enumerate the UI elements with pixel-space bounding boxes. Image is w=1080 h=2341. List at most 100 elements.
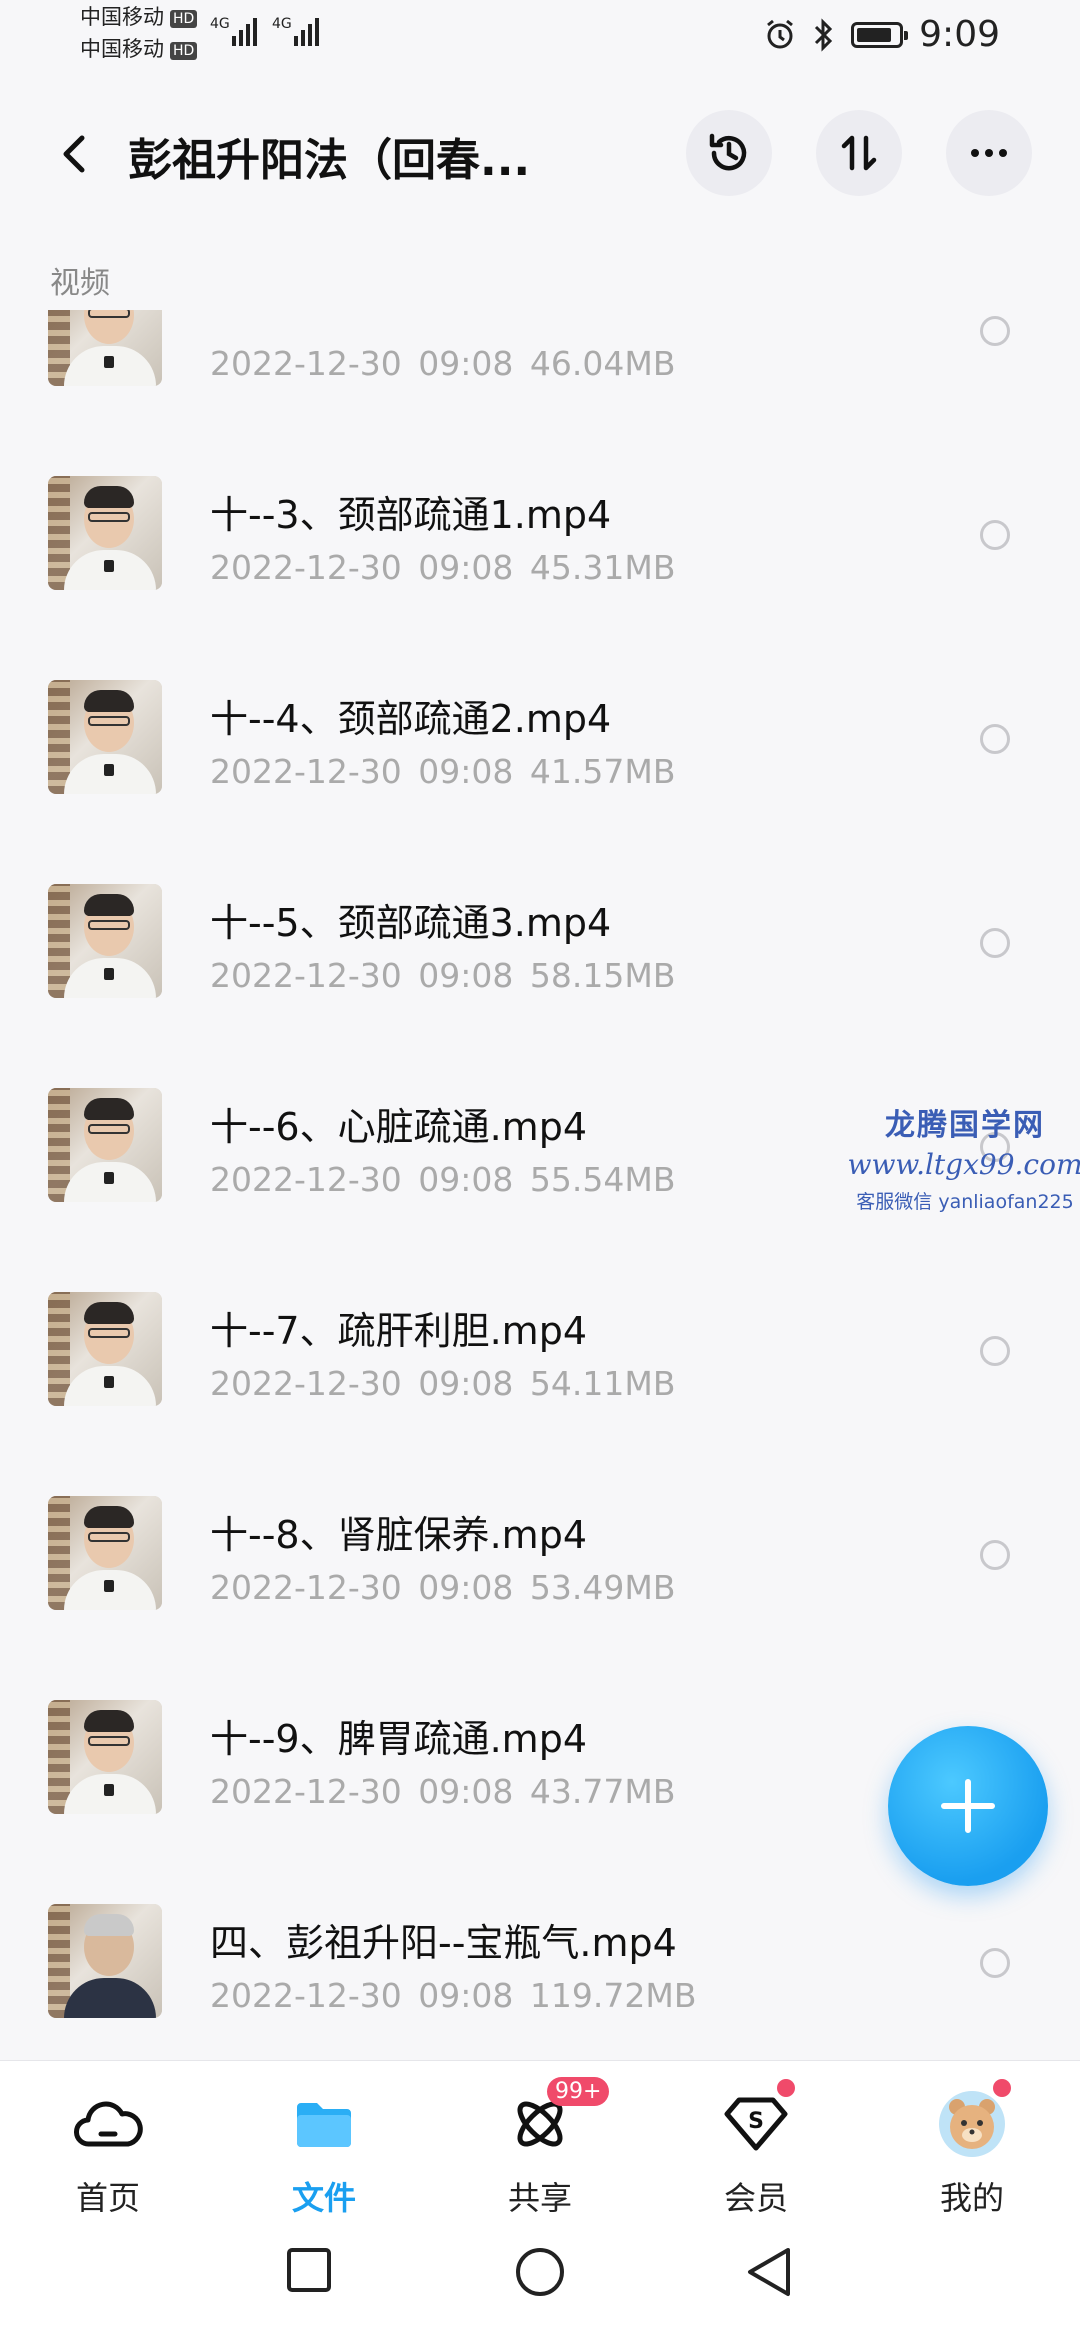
list-item[interactable]: 十--3、颈部疏通1.mp4 2022-12-30 09:08 45.31MB — [0, 476, 1080, 680]
file-name: 十--4、颈部疏通2.mp4 — [210, 697, 612, 741]
home-icon[interactable] — [513, 2245, 567, 2299]
video-thumbnail — [48, 1496, 162, 1610]
file-size: 53.49MB — [529, 1568, 676, 1607]
file-date: 2022-12-30 — [210, 1364, 402, 1403]
file-meta: 2022-12-30 09:08 54.11MB — [210, 1364, 675, 1403]
network-type-2: 4G — [272, 16, 292, 32]
file-time: 09:08 — [418, 1364, 514, 1403]
file-meta: 2022-12-30 09:08 46.04MB — [210, 344, 675, 383]
watermark-line-2: www.ltgx99.com — [847, 1148, 1080, 1181]
cloud-icon — [74, 2101, 143, 2147]
svg-text:S: S — [748, 2109, 764, 2134]
watermark-line-1: 龙腾国学网 — [885, 1108, 1045, 1143]
list-item[interactable]: 十--5、颈部疏通3.mp4 2022-12-30 09:08 58.15MB — [0, 884, 1080, 1088]
tab-home-label: 首页 — [75, 2179, 140, 2217]
video-thumbnail — [48, 680, 162, 794]
select-checkbox[interactable] — [980, 1336, 1010, 1366]
vip-notification-dot — [777, 2079, 795, 2097]
file-name: 十--8、肾脏保养.mp4 — [210, 1513, 587, 1557]
list-item[interactable]: 十--4、颈部疏通2.mp4 2022-12-30 09:08 41.57MB — [0, 680, 1080, 884]
battery-level — [857, 27, 892, 42]
recents-icon[interactable] — [284, 2245, 334, 2295]
file-name: 四、彭祖升阳--宝瓶气.mp4 — [210, 1921, 677, 1965]
video-thumbnail — [48, 884, 162, 998]
alarm-icon — [767, 19, 794, 48]
me-notification-dot — [993, 2079, 1011, 2097]
select-checkbox[interactable] — [980, 520, 1010, 550]
status-right: 9:09 — [763, 14, 1000, 55]
video-thumbnail — [48, 310, 162, 386]
bottom-nav: 首页 文件 99+ 共享 S 会员 我的 — [0, 2060, 1080, 2341]
file-date: 2022-12-30 — [210, 956, 402, 995]
select-checkbox[interactable] — [980, 724, 1010, 754]
file-meta: 2022-12-30 09:08 58.15MB — [210, 956, 675, 995]
file-size: 119.72MB — [529, 1976, 697, 2015]
file-meta: 2022-12-30 09:08 55.54MB — [210, 1160, 675, 1199]
watermark: 龙腾国学网 www.ltgx99.com 客服微信 yanliaofan225 — [845, 1100, 1080, 1214]
hd-badge-2: HD — [170, 42, 198, 60]
video-thumbnail — [48, 1700, 162, 1814]
tab-share[interactable]: 99+ 共享 — [470, 2077, 610, 2219]
history-button[interactable] — [686, 110, 772, 196]
history-icon — [709, 133, 747, 171]
tab-me-label: 我的 — [939, 2179, 1004, 2217]
file-size: 41.57MB — [529, 752, 676, 791]
tab-home[interactable]: 首页 — [38, 2089, 178, 2219]
tab-files[interactable]: 文件 — [254, 2089, 394, 2219]
file-size: 54.11MB — [529, 1364, 676, 1403]
file-time: 09:08 — [418, 548, 514, 587]
more-icon — [971, 149, 1007, 157]
select-checkbox[interactable] — [980, 1540, 1010, 1570]
file-size: 58.15MB — [529, 956, 676, 995]
hd-badge: HD — [170, 10, 198, 28]
select-checkbox[interactable] — [980, 928, 1010, 958]
signal-icon-1 — [232, 18, 257, 46]
nav-back-icon[interactable] — [744, 2245, 794, 2299]
add-button[interactable] — [888, 1726, 1048, 1886]
tab-vip[interactable]: S 会员 — [686, 2079, 826, 2219]
select-checkbox[interactable] — [980, 1948, 1010, 1978]
file-name: 十--5、颈部疏通3.mp4 — [210, 901, 612, 945]
folder-icon — [297, 2103, 351, 2147]
system-navigation — [0, 2239, 1080, 2319]
back-icon[interactable] — [48, 126, 104, 182]
file-name: 十--9、脾胃疏通.mp4 — [210, 1717, 587, 1761]
list-item[interactable]: 四、彭祖升阳--宝瓶气.mp4 2022-12-30 09:08 119.72M… — [0, 1904, 1080, 2060]
list-item[interactable]: 十--7、疏肝利胆.mp4 2022-12-30 09:08 54.11MB — [0, 1292, 1080, 1496]
file-time: 09:08 — [418, 1976, 514, 2015]
file-size: 46.04MB — [529, 344, 676, 383]
watermark-line-3: 客服微信 yanliaofan225 — [856, 1191, 1074, 1213]
tab-me[interactable]: 我的 — [902, 2079, 1042, 2219]
file-time: 09:08 — [418, 1568, 514, 1607]
share-badge: 99+ — [547, 2077, 610, 2106]
vip-diamond-icon: S — [724, 2097, 788, 2151]
list-item[interactable]: 2022-12-30 09:08 46.04MB — [0, 310, 1080, 476]
file-meta: 2022-12-30 09:08 53.49MB — [210, 1568, 675, 1607]
file-date: 2022-12-30 — [210, 344, 402, 383]
page-title: 彭祖升阳法（回春... — [128, 135, 531, 186]
clock: 9:09 — [919, 14, 1000, 55]
avatar-icon — [939, 2091, 1005, 2157]
video-thumbnail — [48, 1292, 162, 1406]
tab-files-label: 文件 — [291, 2179, 356, 2217]
carrier-2: 中国移动 HD — [80, 37, 198, 61]
sort-button[interactable] — [816, 110, 902, 196]
select-checkbox[interactable] — [980, 316, 1010, 346]
list-item[interactable]: 十--8、肾脏保养.mp4 2022-12-30 09:08 53.49MB — [0, 1496, 1080, 1700]
file-name: 十--3、颈部疏通1.mp4 — [210, 493, 612, 537]
video-thumbnail — [48, 476, 162, 590]
file-meta: 2022-12-30 09:08 45.31MB — [210, 548, 675, 587]
file-time: 09:08 — [418, 1772, 514, 1811]
tab-share-label: 共享 — [507, 2179, 572, 2217]
section-label: 视频 — [50, 266, 110, 301]
carrier-1-label: 中国移动 — [80, 5, 164, 29]
tab-vip-label: 会员 — [723, 2179, 788, 2217]
more-button[interactable] — [946, 110, 1032, 196]
file-time: 09:08 — [418, 344, 514, 383]
file-size: 43.77MB — [529, 1772, 676, 1811]
carrier-2-label: 中国移动 — [80, 37, 164, 61]
file-date: 2022-12-30 — [210, 1160, 402, 1199]
file-meta: 2022-12-30 09:08 41.57MB — [210, 752, 675, 791]
file-time: 09:08 — [418, 1160, 514, 1199]
file-meta: 2022-12-30 09:08 43.77MB — [210, 1772, 675, 1811]
